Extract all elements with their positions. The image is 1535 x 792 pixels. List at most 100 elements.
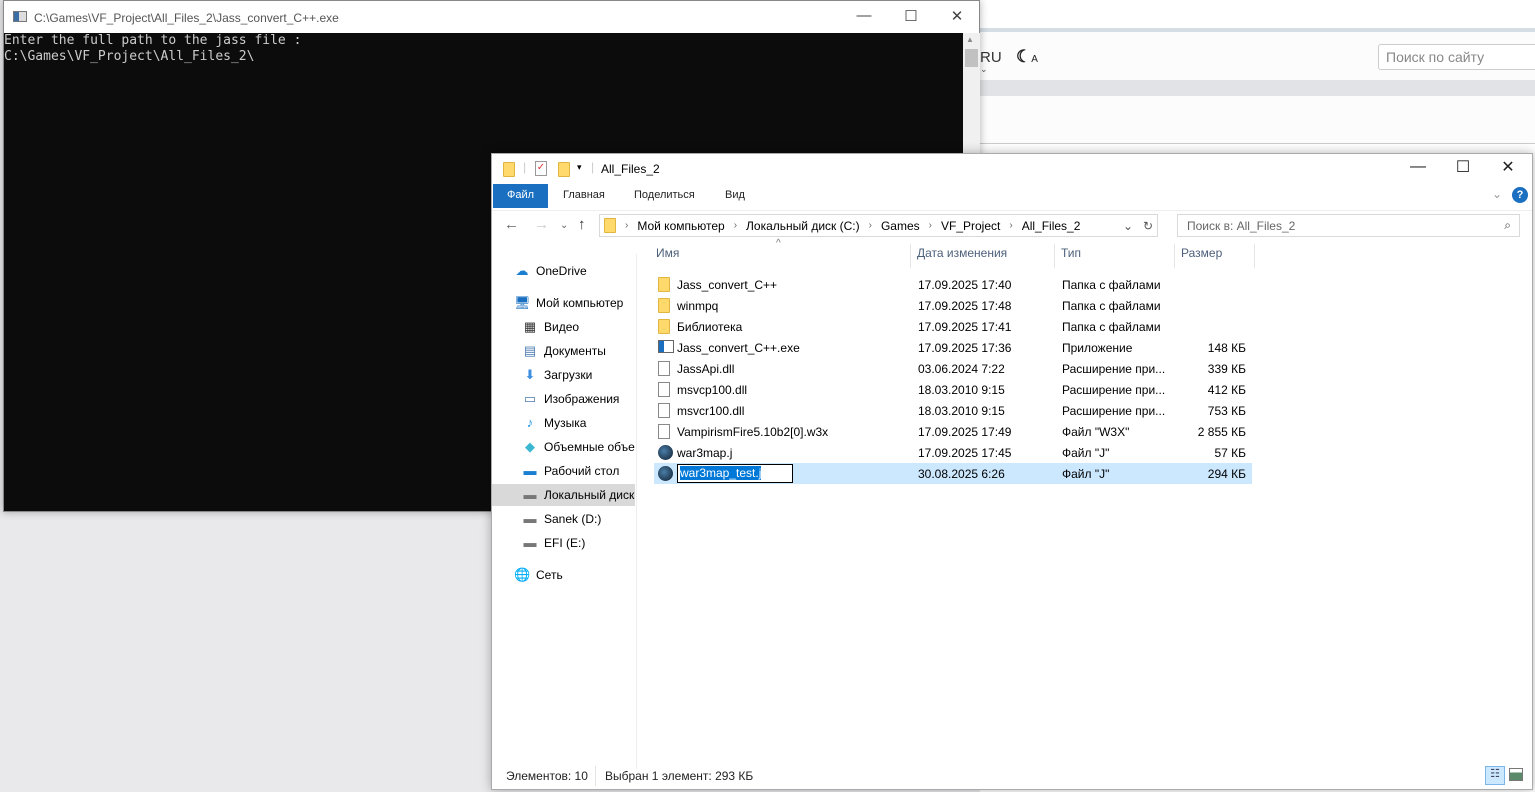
new-folder-icon[interactable]	[558, 162, 570, 177]
file-name: VampirismFire5.10b2[0].w3x	[677, 425, 829, 439]
maximize-button[interactable]: ☐	[1440, 157, 1486, 177]
cloud-icon: ☁	[515, 263, 529, 278]
close-button[interactable]: ✕	[1485, 157, 1531, 177]
sort-ascending-icon: ^	[776, 238, 781, 249]
nav-item[interactable]: ▤ Документы	[492, 340, 635, 362]
column-header-size[interactable]: Размер	[1181, 246, 1222, 260]
nav-item-label: Изображения	[544, 392, 620, 406]
file-type: Файл "J"	[1062, 467, 1110, 481]
breadcrumb-item[interactable]: All_Files_2	[1022, 219, 1081, 233]
file-row[interactable]: winmpq 17.09.2025 17:48 Папка с файлами	[654, 295, 1252, 316]
chevron-down-icon[interactable]: ⌄	[980, 64, 988, 75]
file-row[interactable]: VampirismFire5.10b2[0].w3x 17.09.2025 17:…	[654, 421, 1252, 442]
file-explorer-window[interactable]: | ✓ ▾ | All_Files_2 — ☐ ✕ Файл Главная П…	[491, 153, 1533, 790]
file-name: Jass_convert_C++	[677, 278, 778, 292]
rename-selected-text: war3map_test.j	[680, 466, 762, 480]
file-row[interactable]: JassApi.dll 03.06.2024 7:22 Расширение при…	[654, 358, 1252, 379]
nav-item[interactable]: ▭ Изображения	[492, 388, 635, 410]
nav-item-label: Документы	[544, 344, 606, 358]
file-type: Папка с файлами	[1062, 320, 1161, 334]
file-row[interactable]: war3map_test.j 30.08.2025 6:26 Файл "J" 294…	[654, 463, 1252, 484]
file-type: Приложение	[1062, 341, 1133, 355]
theme-toggle[interactable]: ☾A	[1016, 47, 1038, 67]
file-row[interactable]: Jass_convert_C++.exe 17.09.2025 17:36 Прил…	[654, 337, 1252, 358]
nav-item[interactable]: ▦ Видео	[492, 316, 635, 338]
properties-icon[interactable]: ✓	[535, 161, 547, 176]
nav-item[interactable]: ▬ EFI (E:)	[492, 532, 635, 554]
status-item-count: Элементов: 10	[506, 769, 588, 783]
nav-item[interactable]: 🖥 Мой компьютер	[492, 292, 635, 314]
file-name: Библиотека	[677, 320, 743, 334]
file-size: 148 КБ	[1207, 341, 1246, 355]
file-date: 17.09.2025 17:49	[918, 425, 1012, 439]
minimize-button[interactable]: —	[1395, 158, 1441, 176]
nav-item-label: Sanek (D:)	[544, 512, 602, 526]
console-output[interactable]: Enter the full path to the jass file : C:…	[4, 33, 301, 65]
maximize-button[interactable]: ☐	[888, 7, 934, 25]
tab-file[interactable]: Файл	[493, 184, 549, 208]
tab-view[interactable]: Вид	[711, 184, 759, 208]
nav-item[interactable]: ♪ Музыка	[492, 412, 635, 434]
minimize-button[interactable]: —	[841, 7, 887, 24]
search-input[interactable]: Поиск в: All_Files_2 ⌕	[1177, 214, 1520, 237]
column-divider[interactable]	[910, 244, 911, 268]
file-size: 2 855 КБ	[1197, 425, 1246, 439]
recent-locations-icon[interactable]: ⌄	[560, 220, 568, 231]
file-row[interactable]: Библиотека 17.09.2025 17:41 Папка с файлам…	[654, 316, 1252, 337]
nav-item-label: Объемные объе	[544, 440, 635, 454]
column-divider[interactable]	[1174, 244, 1175, 268]
computer-icon: 🖥	[514, 295, 531, 310]
file-size: 753 КБ	[1207, 404, 1246, 418]
file-date: 17.09.2025 17:48	[918, 299, 1012, 313]
refresh-icon[interactable]: ↻	[1143, 219, 1153, 233]
console-titlebar[interactable]: C:\Games\VF_Project\All_Files_2\Jass_con…	[4, 1, 979, 33]
help-icon[interactable]: ?	[1512, 187, 1528, 203]
file-type: Папка с файлами	[1062, 278, 1161, 292]
tab-home[interactable]: Главная	[549, 184, 619, 208]
folder-icon	[658, 298, 670, 316]
close-button[interactable]: ✕	[934, 7, 980, 25]
column-divider[interactable]	[1254, 244, 1255, 268]
console-line: C:\Games\VF_Project\All_Files_2\	[4, 49, 255, 64]
download-icon: ⬇	[524, 367, 536, 382]
file-date: 17.09.2025 17:40	[918, 278, 1012, 292]
back-arrow-icon[interactable]: ←	[504, 216, 519, 233]
nav-item-label: Загрузки	[544, 368, 593, 382]
nav-item[interactable]: ▬ Локальный диск	[492, 484, 635, 506]
breadcrumb-item[interactable]: Локальный диск (C:)	[746, 219, 860, 233]
file-row[interactable]: msvcr100.dll 18.03.2010 9:15 Расширение пр…	[654, 400, 1252, 421]
forward-arrow-icon[interactable]: →	[534, 216, 549, 233]
file-row[interactable]: war3map.j 17.09.2025 17:45 Файл "J" 57 КБ	[654, 442, 1252, 463]
divider: |	[523, 160, 527, 174]
site-search-input[interactable]: Поиск по сайту	[1378, 44, 1535, 70]
column-header-name[interactable]: Имя	[656, 246, 679, 260]
scroll-up-icon[interactable]: ▲	[966, 35, 974, 44]
nav-item-label: Локальный диск	[544, 488, 635, 502]
tab-share[interactable]: Поделиться	[620, 184, 709, 208]
details-view-button[interactable]: ☷	[1485, 766, 1505, 785]
scrollbar-thumb[interactable]	[965, 49, 978, 67]
rename-input[interactable]: war3map_test.j	[677, 464, 793, 483]
breadcrumb-item[interactable]: Games	[881, 219, 920, 233]
breadcrumb-item[interactable]: Мой компьютер	[637, 219, 724, 233]
breadcrumb-item[interactable]: VF_Project	[941, 219, 1000, 233]
nav-item[interactable]: 🌐 Сеть	[492, 564, 635, 586]
nav-item[interactable]: ▬ Рабочий стол	[492, 460, 635, 482]
expand-ribbon-icon[interactable]: ⌄	[1492, 187, 1502, 201]
file-row[interactable]: msvcp100.dll 18.03.2010 9:15 Расширение пр…	[654, 379, 1252, 400]
column-header-date[interactable]: Дата изменения	[917, 246, 1007, 260]
dll-icon	[658, 403, 670, 421]
search-placeholder: Поиск в: All_Files_2	[1187, 219, 1296, 233]
file-row[interactable]: Jass_convert_C++ 17.09.2025 17:40 Папка с …	[654, 274, 1252, 295]
nav-item[interactable]: ⬇ Загрузки	[492, 364, 635, 386]
column-divider[interactable]	[1054, 244, 1055, 268]
nav-item[interactable]: ▬ Sanek (D:)	[492, 508, 635, 530]
customize-toolbar-icon[interactable]: ▾	[577, 162, 582, 173]
column-header-type[interactable]: Тип	[1061, 246, 1081, 260]
address-bar[interactable]: › Мой компьютер › Локальный диск (C:) › Gam…	[599, 214, 1158, 237]
nav-item[interactable]: ◆ Объемные объе	[492, 436, 635, 458]
up-arrow-icon[interactable]: ↑	[578, 216, 586, 233]
large-icons-view-button[interactable]	[1509, 768, 1523, 781]
address-dropdown-icon[interactable]: ⌄	[1123, 219, 1133, 233]
nav-item[interactable]: ☁ OneDrive	[492, 260, 635, 282]
